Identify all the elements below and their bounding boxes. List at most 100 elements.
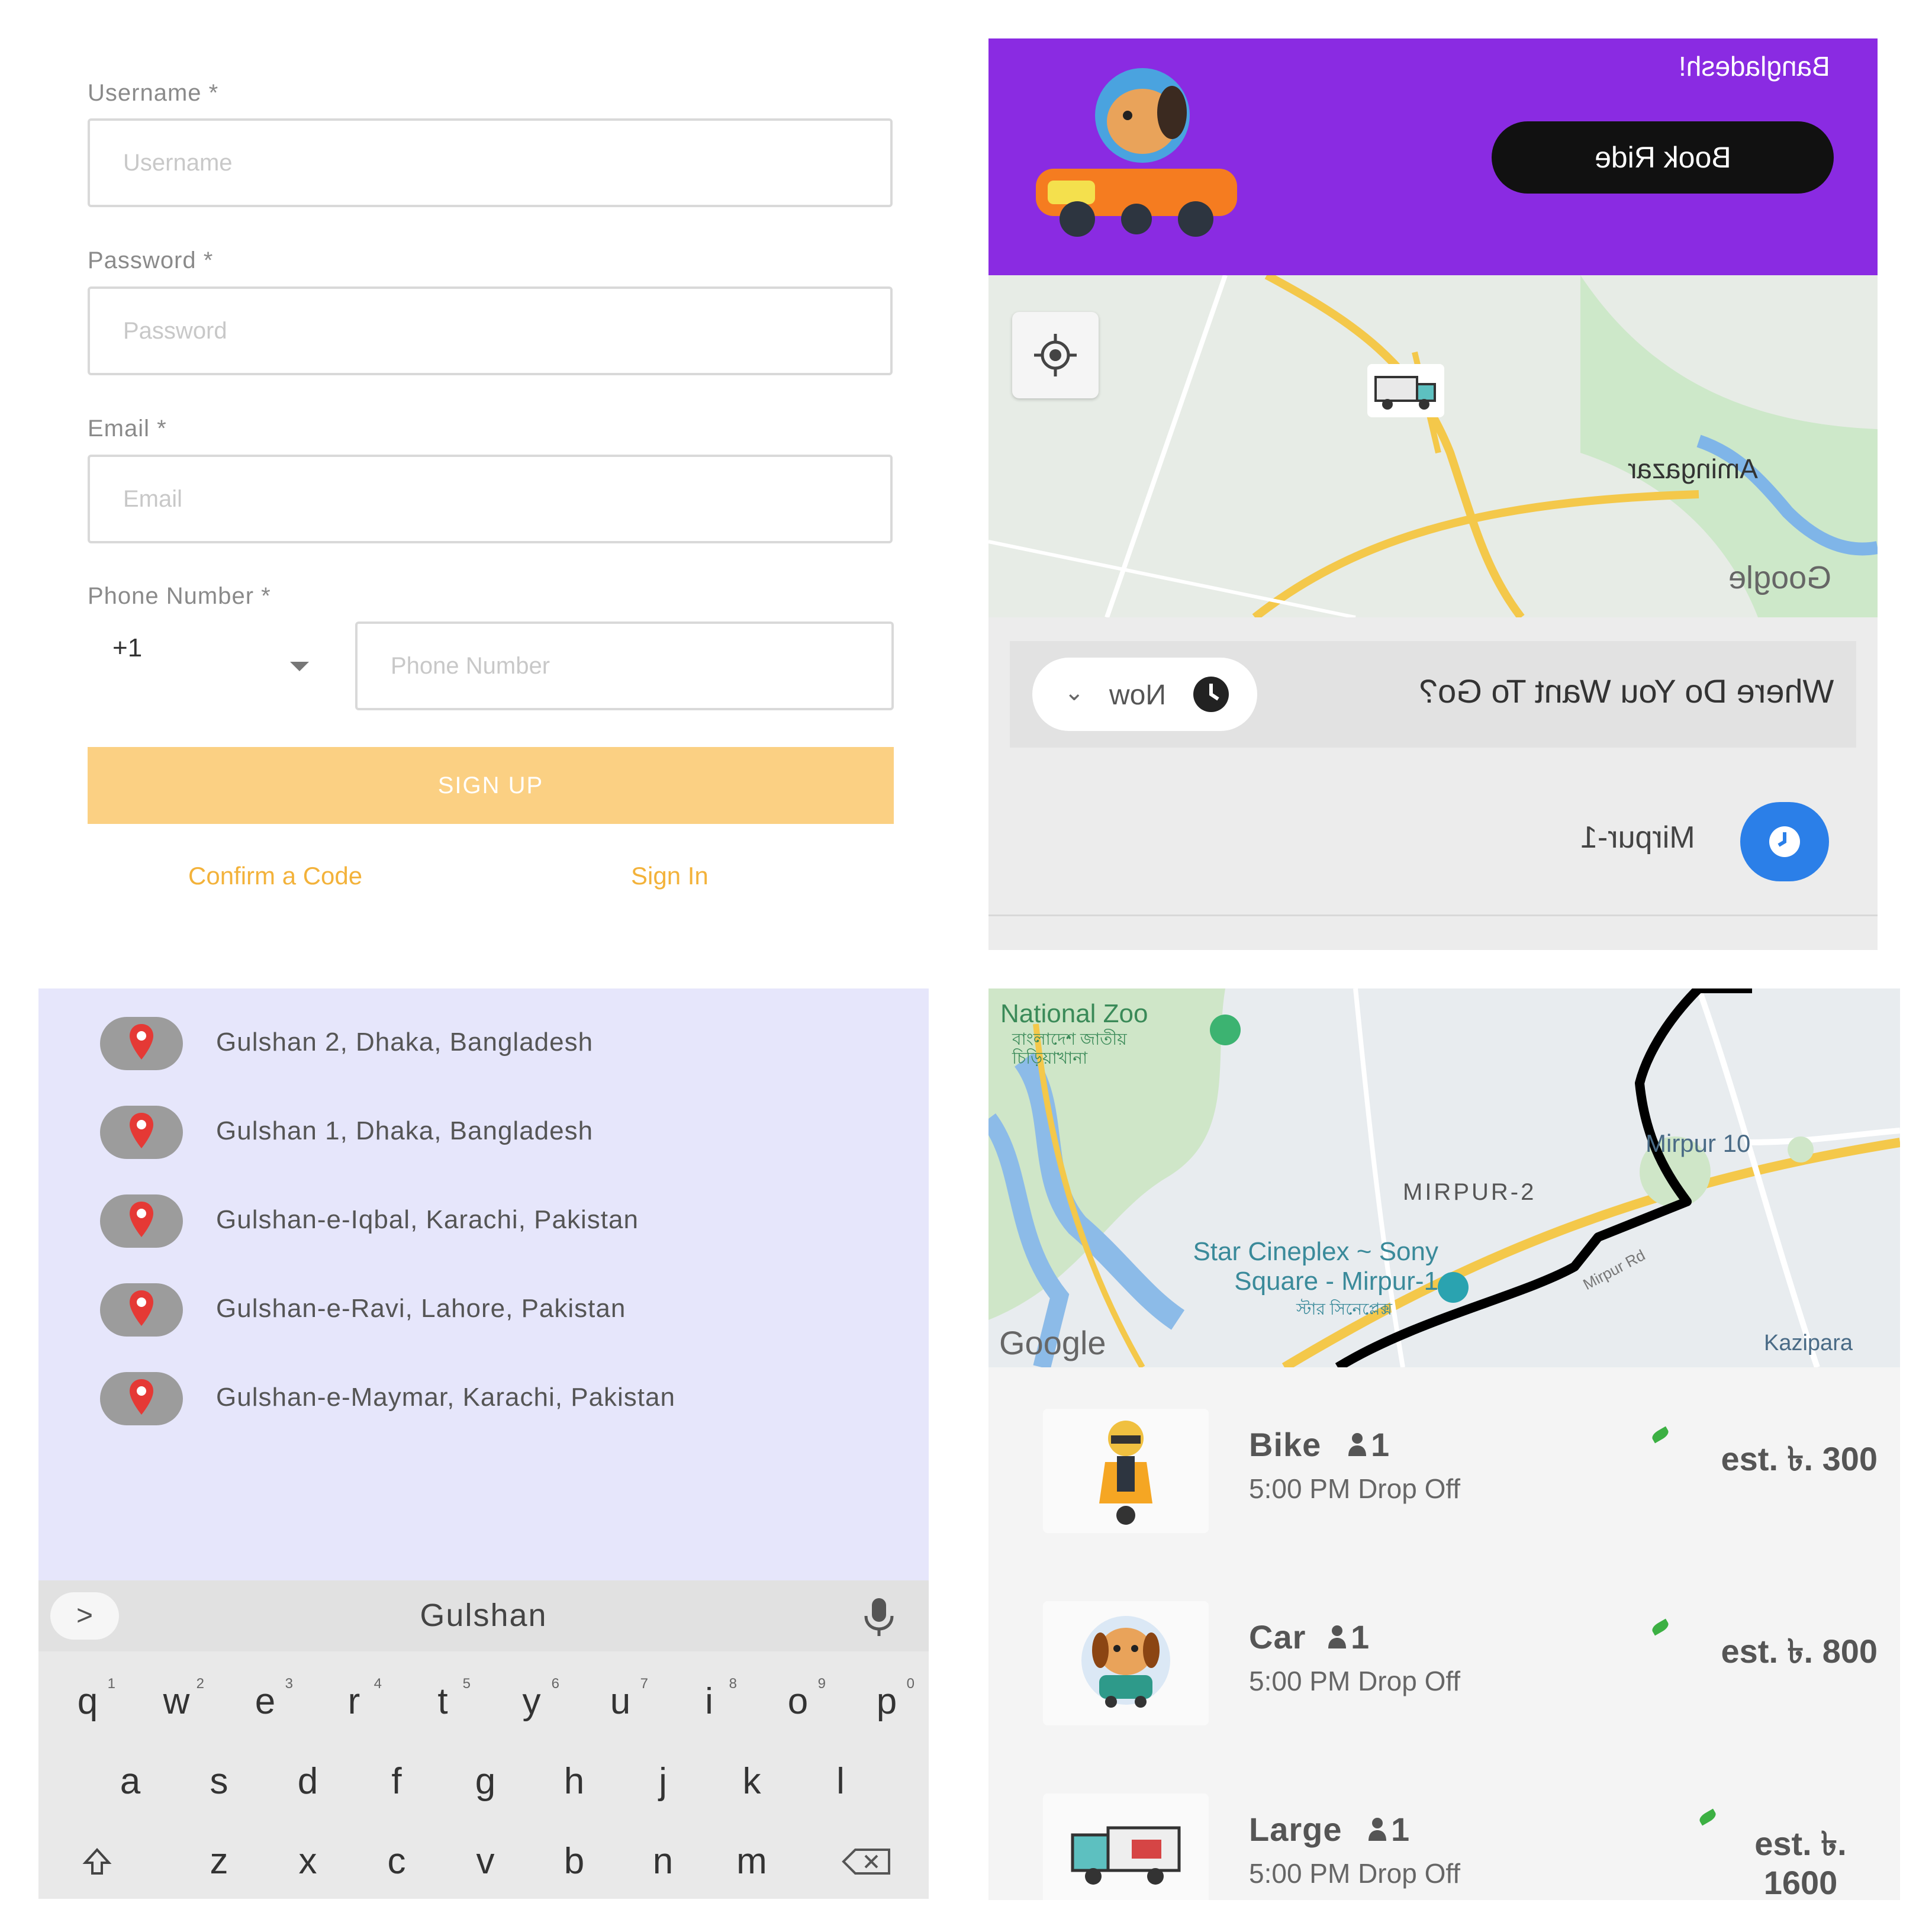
signup-screen: Username * Password * Email * Phone Numb…: [0, 0, 947, 947]
key-q[interactable]: q1: [55, 1669, 120, 1734]
microphone-icon[interactable]: [861, 1596, 897, 1637]
dog-car-illustration: [1036, 68, 1237, 237]
suggestion-item[interactable]: Gulshan-e-Iqbal, Karachi, Pakistan: [38, 1178, 929, 1267]
key-g[interactable]: g: [453, 1749, 518, 1814]
ride-option[interactable]: Large 1 5:00 PM Drop Off est. ৳. 1600: [988, 1776, 1900, 1900]
person-icon: [1367, 1817, 1387, 1844]
scooter-icon: [1043, 1409, 1209, 1533]
map-label-zoo: National Zoo: [1000, 999, 1148, 1028]
confirm-code-link[interactable]: Confirm a Code: [188, 862, 362, 890]
suggestion-text: Gulshan-e-Ravi, Lahore, Pakistan: [216, 1294, 626, 1323]
passenger-count: 1: [1371, 1426, 1390, 1463]
shift-arrow-icon: [82, 1848, 112, 1875]
on-screen-keyboard: > Gulshan q1 w2 e3 r4 t5 y6 u7 i8 o9 p0 asdfghjkl z…: [38, 1580, 929, 1899]
key-e[interactable]: e3: [233, 1669, 298, 1734]
key-f[interactable]: f: [364, 1749, 429, 1814]
place-search-screen: Gulshan 2, Dhaka, Bangladesh Gulshan 1, D…: [38, 988, 929, 1899]
key-u[interactable]: u7: [588, 1669, 653, 1734]
recent-clock-icon: [1740, 802, 1829, 881]
drop-off-time: 5:00 PM Drop Off: [1249, 1473, 1461, 1504]
chevron-down-icon[interactable]: [290, 662, 309, 671]
suggestion-item[interactable]: Gulshan-e-Ravi, Lahore, Pakistan: [38, 1267, 929, 1355]
key-b[interactable]: b: [542, 1829, 607, 1894]
where-to-prompt: Where Do You Want To Go?: [1419, 672, 1834, 710]
ride-option[interactable]: Bike 1 5:00 PM Drop Off est. ৳. 300: [988, 1391, 1900, 1569]
key-z[interactable]: z: [186, 1829, 252, 1894]
map-label-zoo-bn: বাংলাদেশ জাতীয় চিড়িয়াখানা: [1012, 1030, 1127, 1067]
suggestion-item[interactable]: Gulshan 1, Dhaka, Bangladesh: [38, 1089, 929, 1178]
clock-icon: [1193, 677, 1229, 712]
suggestion-text: Gulshan 2, Dhaka, Bangladesh: [216, 1028, 594, 1057]
map-label-mirpur10: Mirpur 10: [1646, 1129, 1751, 1157]
email-input[interactable]: [90, 457, 890, 541]
suggestion-item[interactable]: Gulshan-e-Maymar, Karachi, Pakistan: [38, 1355, 929, 1444]
email-field[interactable]: [88, 455, 893, 543]
chevron-down-icon: ⌄: [1064, 680, 1084, 706]
book-ride-screen: Bangladesh! Book Ride Amingazar Google ⌄…: [988, 38, 1878, 950]
map-label-cinema-bn: স্টার সিনেপ্লেক্স: [1296, 1300, 1393, 1318]
phone-input[interactable]: [358, 624, 891, 708]
ride-name: Car: [1249, 1618, 1306, 1656]
key-c[interactable]: c: [364, 1829, 429, 1894]
backspace-icon: [842, 1849, 890, 1875]
location-pin-icon: [100, 1106, 183, 1159]
drop-off-time: 5:00 PM Drop Off: [1249, 1858, 1461, 1889]
key-i[interactable]: i8: [677, 1669, 742, 1734]
key-d[interactable]: d: [275, 1749, 340, 1814]
password-input[interactable]: [90, 289, 890, 373]
ride-name: Bike: [1249, 1426, 1322, 1463]
my-location-button[interactable]: [1012, 312, 1099, 398]
suggestion-item[interactable]: Gulshan 2, Dhaka, Bangladesh: [38, 1000, 929, 1089]
key-m[interactable]: m: [719, 1829, 784, 1894]
truck-marker-icon: [1367, 364, 1444, 417]
key-r[interactable]: r4: [321, 1669, 387, 1734]
suggestion-text: Gulshan 1, Dhaka, Bangladesh: [216, 1116, 594, 1145]
location-pin-icon: [100, 1017, 183, 1070]
location-pin-icon: [100, 1372, 183, 1425]
ride-options-screen: National Zoo বাংলাদেশ জাতীয় চিড়িয়াখান…: [988, 988, 1900, 1900]
map-view[interactable]: Amingazar Google: [988, 275, 1878, 617]
where-to-bar[interactable]: ⌄ Now Where Do You Want To Go?: [1010, 641, 1856, 748]
key-p[interactable]: p0: [854, 1669, 919, 1734]
map-label-mirpur2: MIRPUR-2: [1403, 1179, 1537, 1205]
key-s[interactable]: s: [186, 1749, 252, 1814]
suggestion-text: Gulshan-e-Iqbal, Karachi, Pakistan: [216, 1205, 639, 1234]
key-o[interactable]: o9: [765, 1669, 830, 1734]
key-h[interactable]: h: [542, 1749, 607, 1814]
suggestion-text: Gulshan-e-Maymar, Karachi, Pakistan: [216, 1383, 675, 1412]
key-v[interactable]: v: [453, 1829, 518, 1894]
phone-field[interactable]: [355, 622, 894, 710]
key-a[interactable]: a: [98, 1749, 163, 1814]
key-t[interactable]: t5: [410, 1669, 475, 1734]
location-pin-icon: [100, 1283, 183, 1337]
passenger-count: 1: [1351, 1618, 1370, 1656]
key-k[interactable]: k: [719, 1749, 784, 1814]
signup-button[interactable]: SIGN UP: [88, 747, 894, 824]
key-w[interactable]: w2: [144, 1669, 209, 1734]
username-field[interactable]: [88, 118, 893, 207]
key-y[interactable]: y6: [499, 1669, 564, 1734]
ride-option[interactable]: Car 1 5:00 PM Drop Off est. ৳. 800: [988, 1583, 1900, 1761]
when-selector[interactable]: ⌄ Now: [1032, 658, 1257, 731]
country-code-select[interactable]: +1: [112, 633, 142, 663]
username-input[interactable]: [90, 121, 890, 205]
keyboard-suggestion[interactable]: Gulshan: [38, 1597, 929, 1634]
key-n[interactable]: n: [630, 1829, 695, 1894]
keyboard-suggestion-strip: > Gulshan: [38, 1580, 929, 1651]
phone-label: Phone Number *: [88, 583, 271, 609]
key-j[interactable]: j: [630, 1749, 695, 1814]
password-field[interactable]: [88, 286, 893, 375]
book-ride-button[interactable]: Book Ride: [1492, 121, 1834, 194]
backspace-key[interactable]: [832, 1829, 903, 1894]
price-estimate: est. ৳. 300: [1721, 1440, 1878, 1477]
price-estimate: est. ৳. 1600: [1754, 1825, 1847, 1900]
key-l[interactable]: l: [808, 1749, 873, 1814]
route-map[interactable]: National Zoo বাংলাদেশ জাতীয় চিড়িয়াখান…: [988, 988, 1900, 1367]
recent-place-item[interactable]: Mirpur-1: [1580, 820, 1695, 855]
key-x[interactable]: x: [275, 1829, 340, 1894]
price-estimate: est. ৳. 800: [1721, 1632, 1878, 1670]
google-logo: Google: [999, 1324, 1106, 1361]
shift-key[interactable]: [65, 1829, 130, 1894]
password-label: Password *: [88, 247, 214, 273]
signin-link[interactable]: Sign In: [631, 862, 709, 890]
